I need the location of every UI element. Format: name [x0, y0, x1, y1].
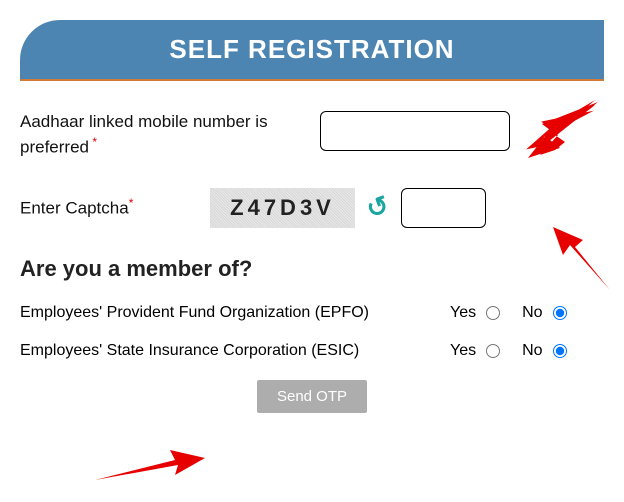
yes-label: Yes — [450, 304, 476, 322]
yes-label: Yes — [450, 342, 476, 360]
radio-group-esic: Yes No — [450, 342, 567, 360]
required-asterisk: * — [89, 135, 97, 149]
epfo-yes-radio[interactable] — [486, 306, 500, 320]
mobile-label: Aadhaar linked mobile number is preferre… — [20, 111, 320, 160]
epfo-no-radio[interactable] — [553, 306, 567, 320]
member-label-epfo: Employees' Provident Fund Organization (… — [20, 304, 450, 322]
captcha-label-text: Enter Captcha — [20, 198, 129, 217]
page-header: SELF REGISTRATION — [20, 20, 604, 81]
mobile-input-col — [320, 111, 604, 151]
captcha-image: Z47D3V — [210, 188, 355, 228]
member-row-esic: Employees' State Insurance Corporation (… — [20, 342, 604, 360]
page-title: SELF REGISTRATION — [169, 34, 454, 64]
member-section-heading-text: Are you a member of? — [20, 256, 252, 281]
member-row-epfo: Employees' Provident Fund Organization (… — [20, 304, 604, 322]
member-label-esic: Employees' State Insurance Corporation (… — [20, 342, 450, 360]
esic-yes-radio[interactable] — [486, 344, 500, 358]
captcha-input[interactable] — [401, 188, 486, 228]
captcha-image-text: Z47D3V — [230, 195, 335, 221]
captcha-row: Enter Captcha* Z47D3V ↻ — [20, 188, 604, 228]
required-asterisk: * — [129, 196, 134, 210]
send-otp-button[interactable]: Send OTP — [257, 380, 367, 413]
no-label: No — [522, 304, 542, 322]
send-otp-label: Send OTP — [277, 388, 347, 405]
captcha-label: Enter Captcha* — [20, 195, 210, 221]
captcha-input-col: Z47D3V ↻ — [210, 188, 604, 228]
mobile-row: Aadhaar linked mobile number is preferre… — [20, 111, 604, 160]
radio-group-epfo: Yes No — [450, 304, 567, 322]
esic-no-radio[interactable] — [553, 344, 567, 358]
mobile-label-text: Aadhaar linked mobile number is preferre… — [20, 112, 268, 157]
member-section-heading: Are you a member of? — [20, 256, 604, 282]
refresh-icon[interactable]: ↻ — [362, 189, 393, 226]
annotation-arrow-icon — [90, 440, 210, 490]
mobile-input[interactable] — [320, 111, 510, 151]
no-label: No — [522, 342, 542, 360]
submit-row: Send OTP — [20, 380, 604, 413]
